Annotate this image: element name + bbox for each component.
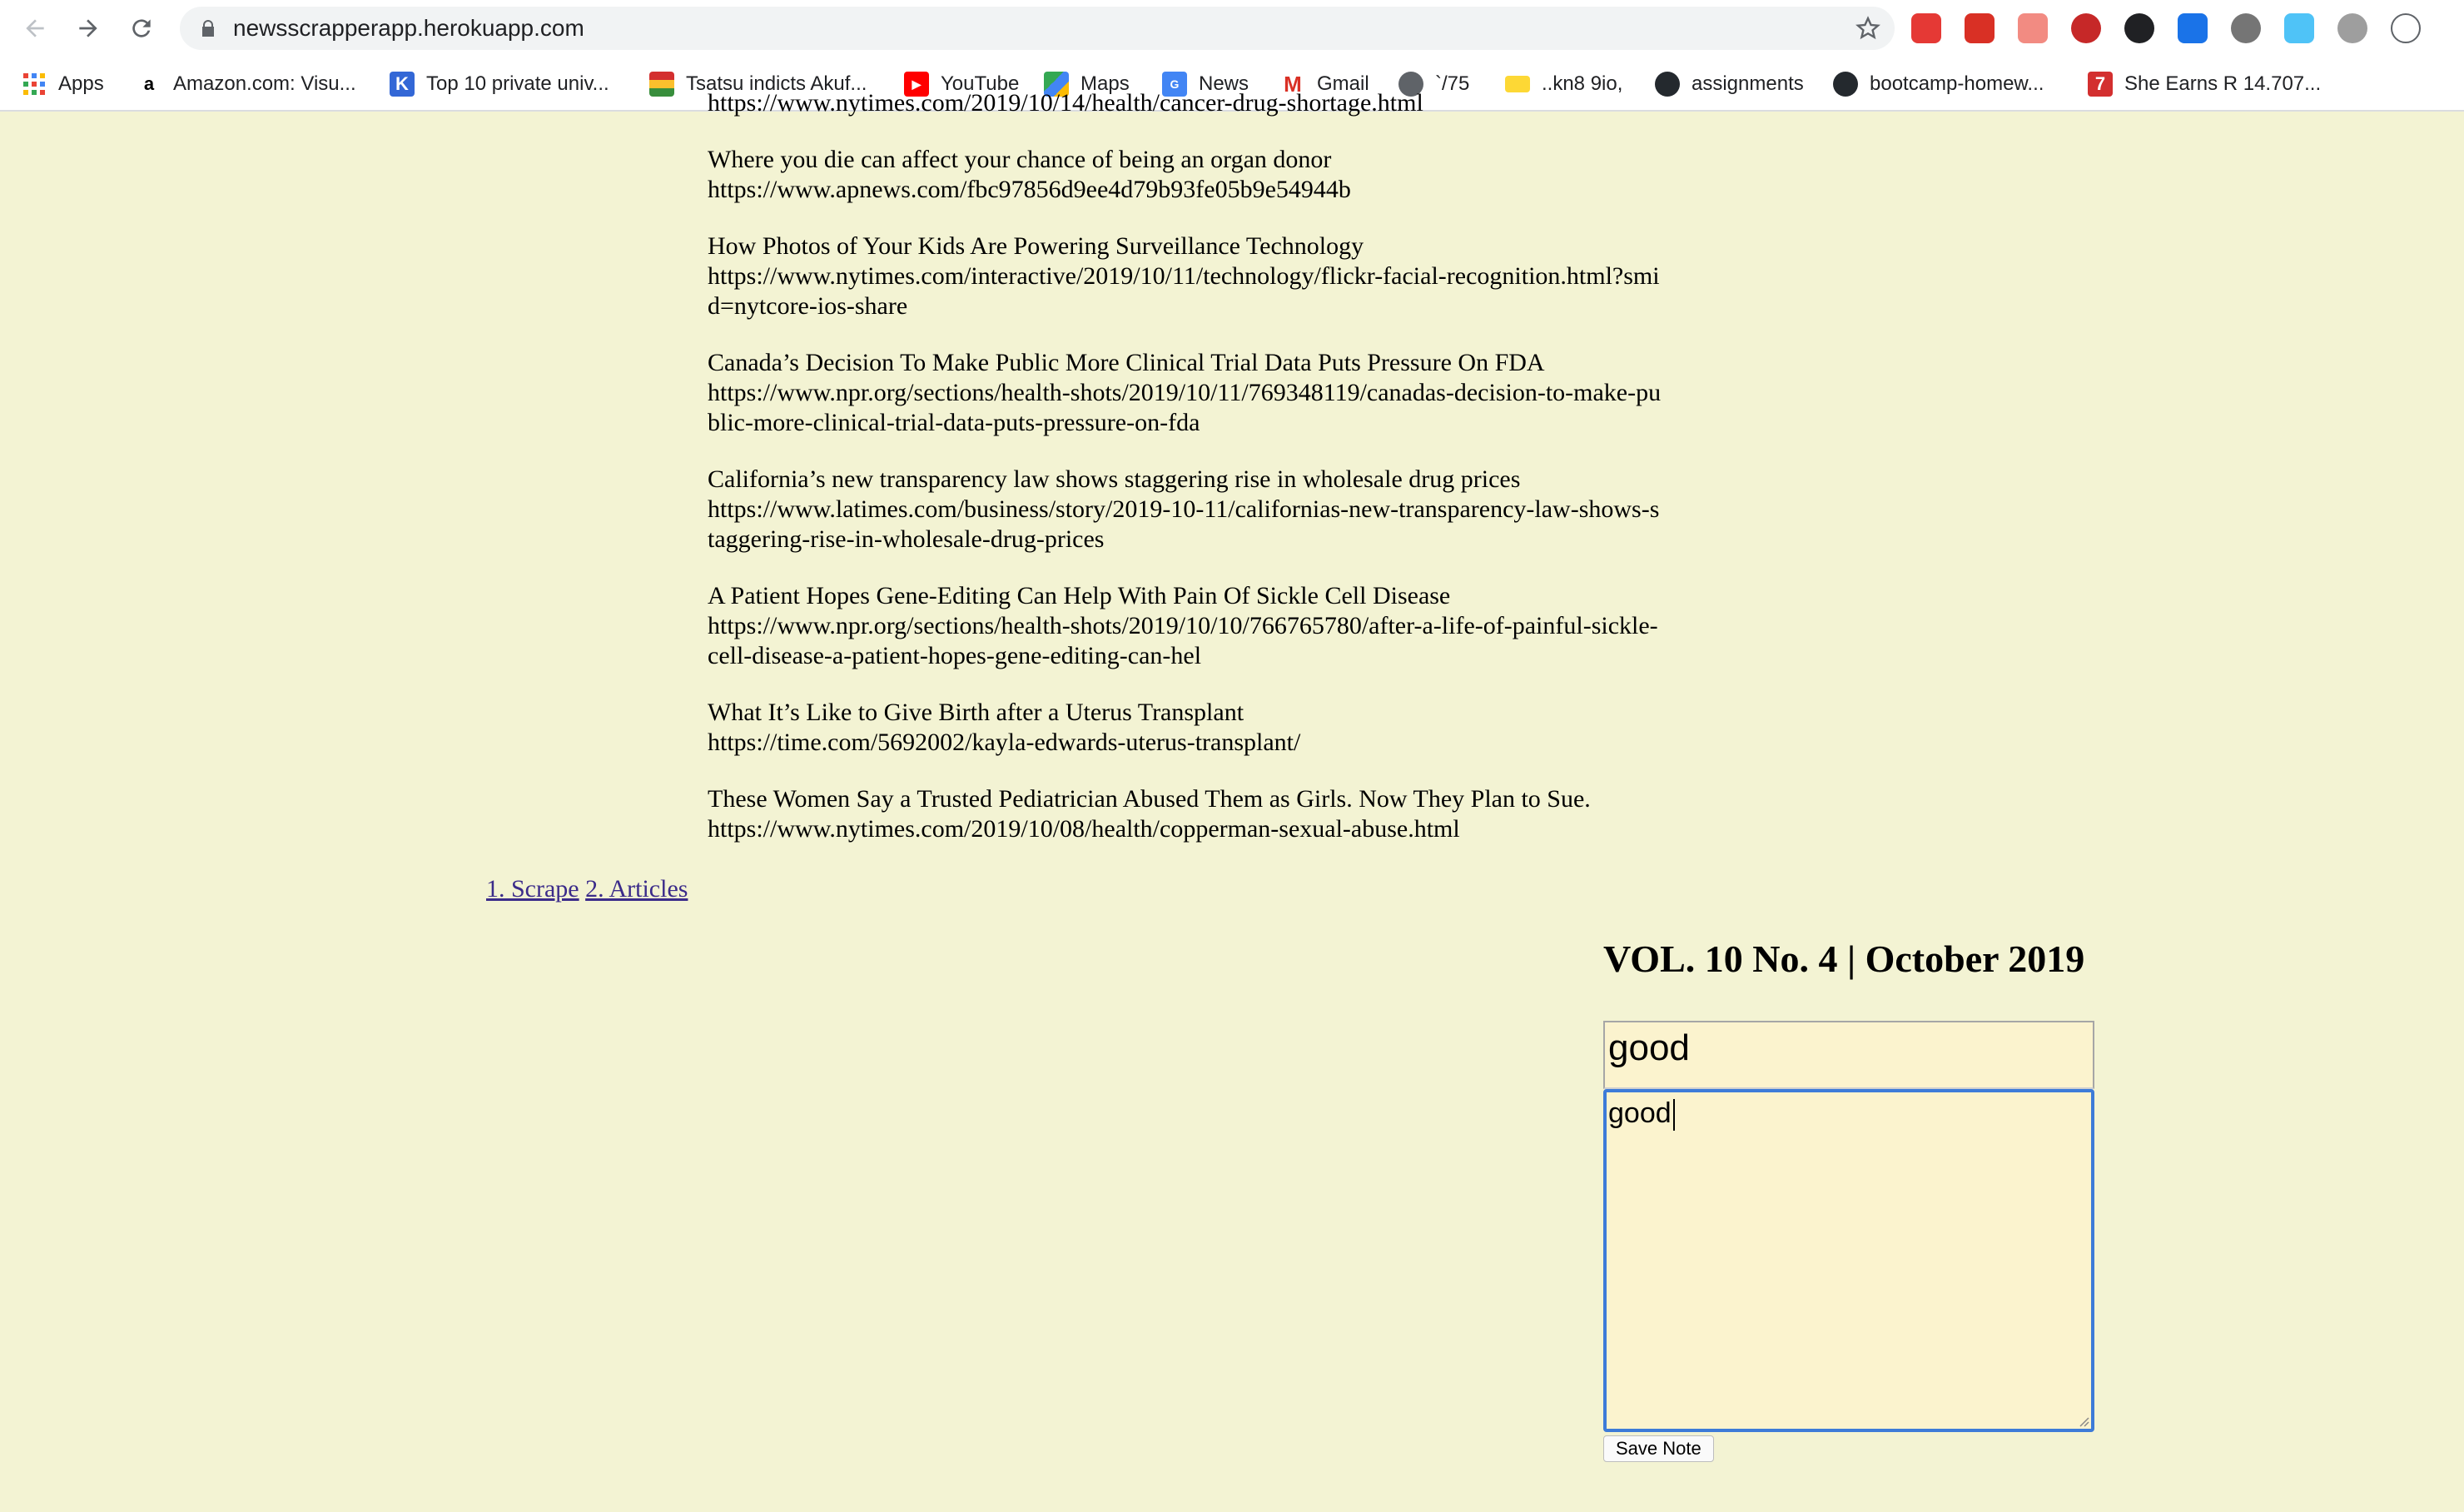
article-item: What It’s Like to Give Birth after a Ute… xyxy=(708,698,1665,758)
bookmark-label: She Earns R 14.707... xyxy=(2124,72,2322,95)
bookmark-bootcamp[interactable]: bootcamp-homew... xyxy=(1833,57,2044,112)
article-title: Where you die can affect your chance of … xyxy=(708,146,1332,173)
article-item: Canada’s Decision To Make Public More Cl… xyxy=(708,348,1665,438)
extension-fingerprint-icon[interactable] xyxy=(2231,13,2261,43)
bookmark-assignments[interactable]: assignments xyxy=(1655,57,1804,112)
browser-toolbar: newsscrapperapp.herokuapp.com xyxy=(0,0,2464,57)
extension-circle-icon[interactable] xyxy=(2337,13,2367,43)
note-panel: VOL. 10 No. 4 | October 2019 good good S… xyxy=(1603,936,2094,1462)
bookmark-she-earns[interactable]: 7 She Earns R 14.707... xyxy=(2088,57,2321,112)
bookmark-label: assignments xyxy=(1692,72,1804,95)
article-link[interactable]: https://www.nytimes.com/2019/10/08/healt… xyxy=(708,814,1665,844)
article-link[interactable]: https://www.nytimes.com/interactive/2019… xyxy=(708,261,1665,321)
apps-grid-icon xyxy=(22,72,47,97)
article-title: What It’s Like to Give Birth after a Ute… xyxy=(708,699,1244,726)
article-link[interactable]: https://www.apnews.com/fbc97856d9ee4d79b… xyxy=(708,175,1665,205)
lock-icon xyxy=(202,20,214,37)
article-item: https://www.nytimes.com/2019/10/14/healt… xyxy=(708,88,1665,118)
article-item: How Photos of Your Kids Are Powering Sur… xyxy=(708,231,1665,321)
volume-heading: VOL. 10 No. 4 | October 2019 xyxy=(1603,938,2085,980)
page-content: https://www.nytimes.com/2019/10/14/healt… xyxy=(0,89,2464,1512)
articles-link[interactable]: 2. Articles xyxy=(585,875,688,903)
article-title: California’s new transparency law shows … xyxy=(708,465,1521,493)
bookmark-star-icon[interactable] xyxy=(1855,15,1881,42)
article-link[interactable]: https://www.npr.org/sections/health-shot… xyxy=(708,611,1665,671)
reload-icon[interactable] xyxy=(125,12,158,45)
bookmark-apps[interactable]: Apps xyxy=(22,57,104,112)
article-title: These Women Say a Trusted Pediatrician A… xyxy=(708,785,1591,813)
address-bar[interactable]: newsscrapperapp.herokuapp.com xyxy=(180,7,1895,50)
article-list: https://www.nytimes.com/2019/10/14/healt… xyxy=(708,88,1665,871)
bookmark-universities[interactable]: K Top 10 private univ... xyxy=(390,57,609,112)
bookmark-label: Apps xyxy=(58,72,104,95)
article-item: These Women Say a Trusted Pediatrician A… xyxy=(708,784,1665,844)
article-title: Canada’s Decision To Make Public More Cl… xyxy=(708,349,1545,376)
article-link[interactable]: https://www.latimes.com/business/story/2… xyxy=(708,495,1665,555)
extension-puzzle-icon[interactable] xyxy=(2284,13,2314,43)
university-icon: K xyxy=(390,72,415,97)
extension-shield-icon[interactable] xyxy=(2178,13,2208,43)
amazon-icon: a xyxy=(137,72,161,97)
article-title: How Photos of Your Kids Are Powering Sur… xyxy=(708,232,1364,260)
save-note-button[interactable]: Save Note xyxy=(1603,1435,1714,1462)
back-arrow-icon[interactable] xyxy=(18,12,52,45)
article-item: California’s new transparency law shows … xyxy=(708,465,1665,555)
article-title: A Patient Hopes Gene-Editing Can Help Wi… xyxy=(708,582,1451,609)
forward-arrow-icon[interactable] xyxy=(72,12,105,45)
bookmark-label: Top 10 private univ... xyxy=(426,72,609,95)
profile-avatar-icon[interactable] xyxy=(2391,13,2421,43)
url-text: newsscrapperapp.herokuapp.com xyxy=(233,15,584,41)
bookmark-amazon[interactable]: a Amazon.com: Visu... xyxy=(137,57,356,112)
text-caret xyxy=(1672,1099,1675,1132)
extension-grammarly-icon[interactable] xyxy=(1911,13,1941,43)
extension-play-icon[interactable] xyxy=(2018,13,2048,43)
scrape-link[interactable]: 1. Scrape xyxy=(486,875,579,903)
article-link[interactable]: https://www.nytimes.com/2019/10/14/healt… xyxy=(708,88,1665,118)
github-icon xyxy=(1833,72,1858,97)
extension-gmail-icon[interactable] xyxy=(1965,13,1995,43)
article-item: Where you die can affect your chance of … xyxy=(708,145,1665,205)
article-item: A Patient Hopes Gene-Editing Can Help Wi… xyxy=(708,581,1665,671)
ghana-flag-icon xyxy=(649,72,674,97)
note-body-textarea[interactable]: good xyxy=(1603,1089,2094,1432)
seven-icon: 7 xyxy=(2088,72,2113,97)
bookmark-label: bootcamp-homew... xyxy=(1870,72,2044,95)
bookmark-label: Amazon.com: Visu... xyxy=(173,72,356,95)
article-link[interactable]: https://www.npr.org/sections/health-shot… xyxy=(708,378,1665,438)
note-title-input[interactable]: good xyxy=(1603,1021,2094,1089)
resize-handle-icon[interactable] xyxy=(2078,1415,2089,1427)
pager-nav: 1. Scrape 2. Articles xyxy=(486,874,688,904)
extension-chain-icon[interactable] xyxy=(2124,13,2154,43)
note-body-text: good xyxy=(1608,1097,1672,1129)
extension-hat-icon[interactable] xyxy=(2071,13,2101,43)
article-link[interactable]: https://time.com/5692002/kayla-edwards-u… xyxy=(708,728,1665,758)
